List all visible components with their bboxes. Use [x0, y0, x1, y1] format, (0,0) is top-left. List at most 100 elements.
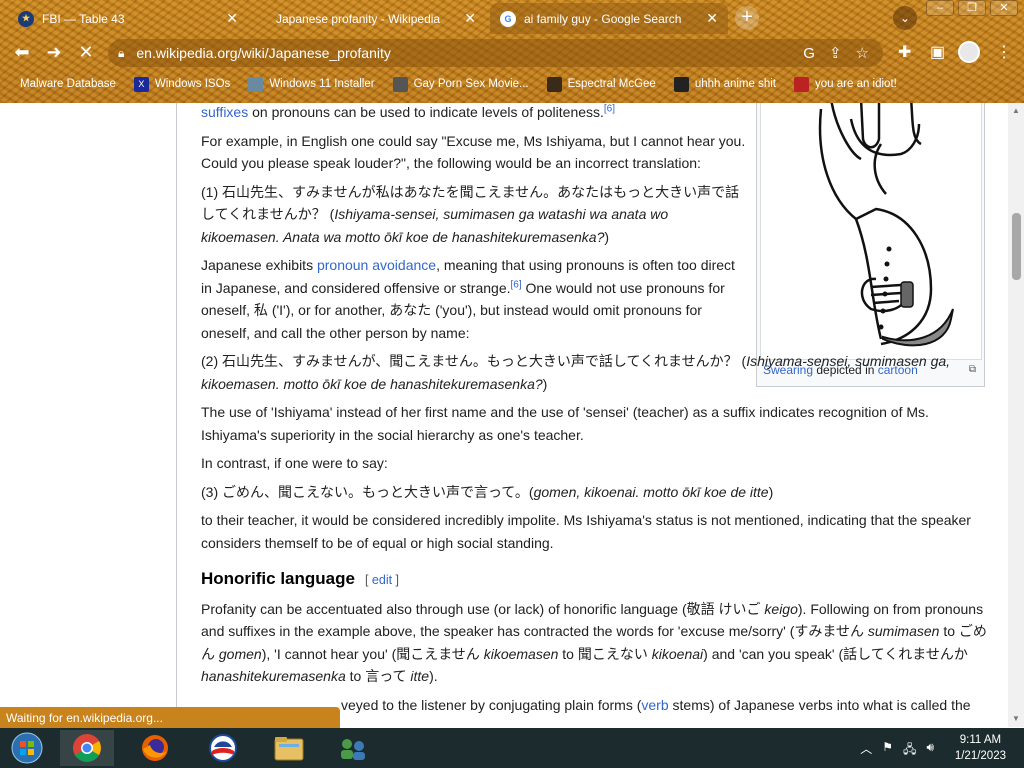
paragraph-text: ).	[429, 668, 438, 684]
browser-chrome: ★ FBI — Table 43 ✕ Japanese profanity - …	[0, 0, 1024, 103]
taskbar: ︿ ⚑ 🖧︎ 🔊︎ 9:11 AM 1/21/2023	[0, 728, 1024, 768]
edit-link[interactable]: edit	[372, 573, 392, 587]
tab-wikipedia[interactable]: Japanese profanity - Wikipedia ✕	[250, 3, 486, 34]
bookmark-label: you are an idiot!	[815, 78, 897, 90]
bookmark-windows-isos[interactable]: X Windows ISOs	[133, 76, 230, 92]
flag-icon	[794, 76, 810, 92]
paragraph-example: For example, in English one could say "E…	[201, 132, 746, 172]
paragraph-text: ) and 'can you speak' (話してくれませんか	[703, 645, 968, 662]
fbi-seal-icon: ★	[18, 10, 34, 27]
back-arrow-icon[interactable]: ⬅	[10, 40, 34, 64]
verb-link[interactable]: verb	[641, 697, 668, 713]
paragraph-text: to 聞こえない	[558, 645, 652, 662]
example-2-japanese: (2) 石山先生、すみませんが、聞こえません。もっと大きい声で話してくれませんか…	[201, 353, 738, 369]
status-bubble: Waiting for en.wikipedia.org...	[0, 707, 340, 728]
bookmark-espectral-mcgee[interactable]: Espectral McGee	[546, 76, 656, 92]
taskbar-file-explorer[interactable]	[262, 730, 316, 766]
forward-arrow-icon[interactable]: ➜	[42, 40, 66, 64]
bookmark-you-are-an-idiot[interactable]: you are an idiot!	[794, 76, 897, 92]
new-tab-button[interactable]: +	[735, 6, 759, 30]
paragraph-text: on pronouns can be used to indicate leve…	[248, 104, 604, 120]
romaji-term: kikoenai	[651, 645, 704, 662]
bookmark-label: Gay Porn Sex Movie...	[413, 78, 529, 90]
taskbar-obama-app[interactable]	[196, 730, 250, 766]
windows-start-orb-icon	[11, 732, 43, 764]
bookmark-uhhh-anime-shit[interactable]: uhhh anime shit	[673, 76, 776, 92]
chrome-icon	[73, 734, 101, 762]
tab-title: FBI — Table 43	[42, 11, 125, 26]
romaji-term: kikoemasen	[483, 645, 559, 662]
close-window-button[interactable]: ✕	[990, 0, 1018, 16]
bookmark-gay-porn-sex-movie[interactable]: Gay Porn Sex Movie...	[392, 76, 529, 92]
heading-text: Honorific language	[201, 569, 355, 588]
scrollbar[interactable]	[1008, 103, 1024, 727]
article-content: suffixes on pronouns can be used to indi…	[201, 103, 991, 722]
paragraph-contrast: In contrast, if one were to say:	[201, 455, 388, 471]
system-tray: ︿ ⚑ 🖧︎ 🔊︎	[860, 740, 934, 761]
tab-strip: ★ FBI — Table 43 ✕ Japanese profanity - …	[0, 0, 1024, 34]
romaji-term: hanashitekuremasenka	[201, 668, 346, 684]
paragraph-text: Profanity can be accentuated also throug…	[201, 600, 765, 617]
scrollbar-thumb[interactable]	[1012, 213, 1021, 280]
paragraph-text: Japanese exhibits	[201, 257, 317, 273]
clock-time: 9:11 AM	[959, 734, 1002, 746]
maximize-button[interactable]: ❐	[958, 0, 986, 16]
window-controls: – ❐ ✕	[926, 0, 1018, 16]
example-3: (3) ごめん、聞こえない。もっと大きい声で言って。(gomen, kikoen…	[201, 483, 774, 500]
toolbar: ⬅ ➜ ✕ 🔒︎ en.wikipedia.org/wiki/Japanese_…	[0, 34, 1024, 70]
scroll-down-arrow-icon[interactable]: ▼	[1010, 714, 1022, 724]
paragraph-pronoun-avoidance: Japanese exhibits pronoun avoidance, mea…	[201, 254, 746, 344]
google-icon: G	[500, 10, 516, 27]
action-center-flag-icon[interactable]: ⚑	[882, 740, 893, 761]
taskbar-chrome[interactable]	[60, 730, 114, 766]
close-tab-icon[interactable]: ✕	[706, 10, 718, 27]
close-tab-icon[interactable]: ✕	[226, 10, 238, 27]
page-icon	[248, 76, 264, 92]
romaji-term: keigo	[764, 600, 798, 617]
side-panel-icon[interactable]: ▣	[930, 42, 945, 62]
tab-google-search[interactable]: G ai family guy - Google Search ✕	[490, 3, 728, 34]
share-icon[interactable]: ⇪	[829, 44, 842, 62]
romaji-term: itte	[410, 668, 430, 684]
volume-icon[interactable]: 🔊︎	[926, 740, 934, 761]
menu-kebab-icon[interactable]: ⋮	[996, 42, 1012, 62]
profile-avatar[interactable]	[958, 41, 980, 63]
reference-6-link[interactable]: [6]	[604, 103, 615, 114]
romaji-term: gomen	[218, 645, 262, 662]
left-rail-divider	[176, 103, 177, 727]
url-text[interactable]: en.wikipedia.org/wiki/Japanese_profanity	[136, 45, 803, 61]
anime-face-icon	[673, 76, 689, 92]
bookmark-malware-database[interactable]: Malware Database	[20, 78, 116, 90]
taskbar-firefox[interactable]	[128, 730, 182, 766]
address-bar[interactable]: 🔒︎ en.wikipedia.org/wiki/Japanese_profan…	[108, 39, 883, 67]
example-3-japanese: (3) ごめん、聞こえない。もっと大きい声で言って。	[201, 483, 529, 500]
wikipedia-icon	[260, 11, 268, 27]
taskbar-network-app[interactable]	[326, 730, 380, 766]
close-tab-icon[interactable]: ✕	[464, 10, 476, 27]
suffixes-link[interactable]: suffixes	[201, 104, 248, 120]
reference-6-link[interactable]: [6]	[511, 279, 522, 290]
network-icon[interactable]: 🖧︎	[903, 740, 916, 761]
tab-search-chevron-icon[interactable]: ⌄	[893, 6, 917, 30]
tab-fbi[interactable]: ★ FBI — Table 43 ✕	[8, 3, 248, 34]
character-icon	[546, 76, 562, 92]
clock[interactable]: 9:11 AM 1/21/2023	[955, 732, 1006, 764]
start-button[interactable]	[0, 730, 54, 766]
pronoun-avoidance-link[interactable]: pronoun avoidance	[317, 257, 436, 273]
clock-date: 1/21/2023	[954, 750, 1006, 762]
firefox-icon	[142, 735, 168, 761]
obama-logo-icon	[209, 734, 237, 762]
show-hidden-icons-chevron-icon[interactable]: ︿	[860, 740, 872, 761]
network-users-icon	[341, 739, 365, 760]
folder-icon	[274, 737, 304, 761]
bookmark-label: Malware Database	[20, 78, 116, 90]
stop-loading-icon[interactable]: ✕	[74, 40, 98, 64]
scroll-up-arrow-icon[interactable]: ▲	[1010, 106, 1022, 116]
bookmark-windows-11-installer[interactable]: Windows 11 Installer	[248, 76, 375, 92]
minimize-button[interactable]: –	[926, 0, 954, 16]
google-lens-icon[interactable]: G	[803, 45, 815, 62]
extensions-puzzle-icon[interactable]: ✚	[898, 42, 911, 62]
x-logo-icon: X	[133, 76, 149, 92]
bookmark-star-icon[interactable]: ☆	[856, 44, 869, 62]
lock-icon[interactable]: 🔒︎	[118, 46, 124, 61]
